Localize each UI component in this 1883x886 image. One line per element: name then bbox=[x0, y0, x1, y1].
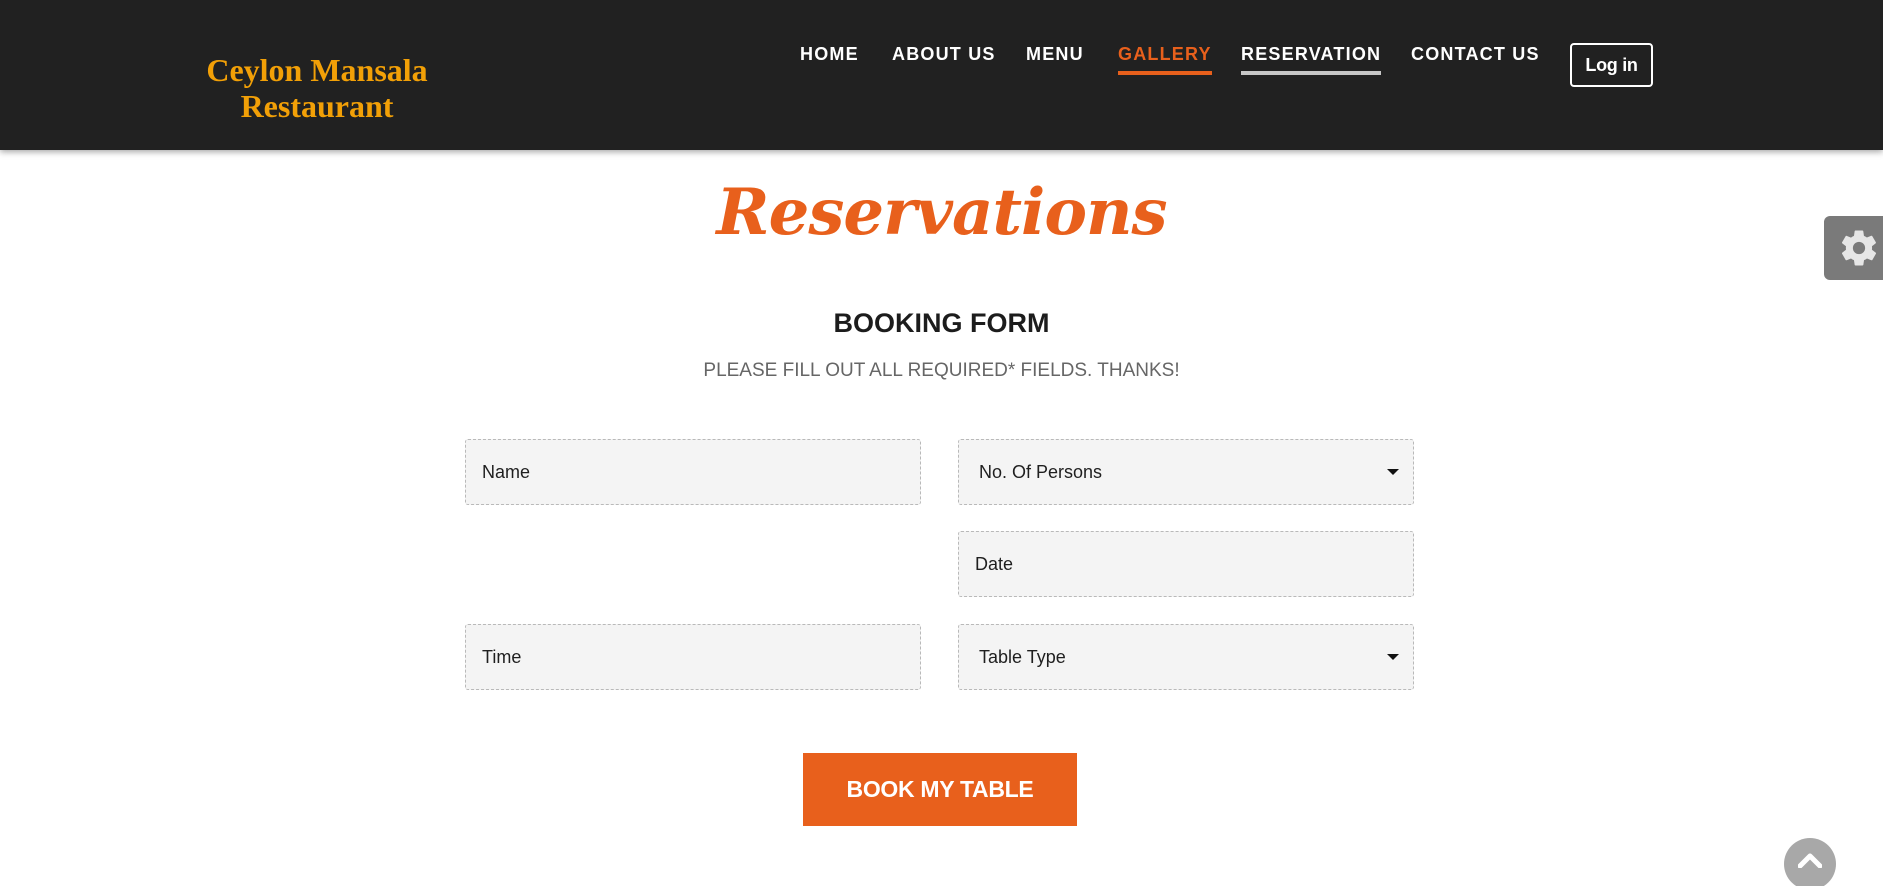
caret-down-icon bbox=[1387, 469, 1399, 475]
time-input-placeholder: Time bbox=[482, 646, 522, 667]
nav-item-label: GALLERY bbox=[1118, 44, 1212, 64]
nav-item-reservation[interactable]: RESERVATION bbox=[1241, 44, 1382, 75]
nav-active-underline bbox=[1118, 71, 1212, 75]
form-subheading: PLEASE FILL OUT ALL REQUIRED* FIELDS. TH… bbox=[703, 360, 1180, 381]
nav-item-label: ABOUT US bbox=[892, 44, 996, 64]
page-title: Reservations bbox=[716, 175, 1167, 250]
nav-item-label: CONTACT US bbox=[1411, 44, 1540, 64]
login-button[interactable]: Log in bbox=[1570, 43, 1653, 87]
nav-item-about-us[interactable]: ABOUT US bbox=[892, 44, 996, 73]
brand-line-2: Restaurant bbox=[240, 88, 394, 124]
time-input[interactable]: Time bbox=[465, 624, 921, 690]
persons-select-value: No. Of Persons bbox=[979, 461, 1103, 482]
nav-hover-underline bbox=[1241, 71, 1382, 75]
table-type-select[interactable]: Table Type bbox=[958, 624, 1414, 690]
name-input[interactable]: Name bbox=[465, 439, 921, 505]
nav-item-label: MENU bbox=[1026, 44, 1084, 64]
caret-down-icon bbox=[1387, 654, 1399, 660]
date-input-placeholder: Date bbox=[975, 553, 1014, 574]
scroll-top-button[interactable] bbox=[1784, 838, 1836, 886]
name-input-placeholder: Name bbox=[482, 461, 531, 482]
nav-underline bbox=[892, 71, 996, 75]
nav-item-gallery[interactable]: GALLERY bbox=[1118, 44, 1212, 75]
nav-item-home[interactable]: HOME bbox=[800, 44, 859, 73]
date-input[interactable]: Date bbox=[958, 531, 1414, 597]
form-heading: BOOKING FORM bbox=[833, 308, 1050, 338]
book-table-button[interactable]: BOOK MY TABLE bbox=[803, 753, 1077, 826]
nav-item-label: HOME bbox=[800, 44, 859, 64]
nav-item-menu[interactable]: MENU bbox=[1026, 44, 1084, 73]
site-header: Ceylon Mansala Restaurant HOME ABOUT US … bbox=[0, 0, 1883, 150]
page: Ceylon Mansala Restaurant HOME ABOUT US … bbox=[0, 0, 1883, 886]
nav-underline bbox=[1026, 71, 1084, 75]
nav-item-contact-us[interactable]: CONTACT US bbox=[1411, 44, 1540, 73]
nav-underline bbox=[800, 71, 859, 75]
nav-item-label: RESERVATION bbox=[1241, 44, 1382, 64]
persons-select[interactable]: No. Of Persons bbox=[958, 439, 1414, 505]
table-type-select-value: Table Type bbox=[979, 646, 1066, 667]
chevron-up-icon bbox=[1798, 853, 1822, 868]
nav-underline bbox=[1411, 71, 1540, 75]
